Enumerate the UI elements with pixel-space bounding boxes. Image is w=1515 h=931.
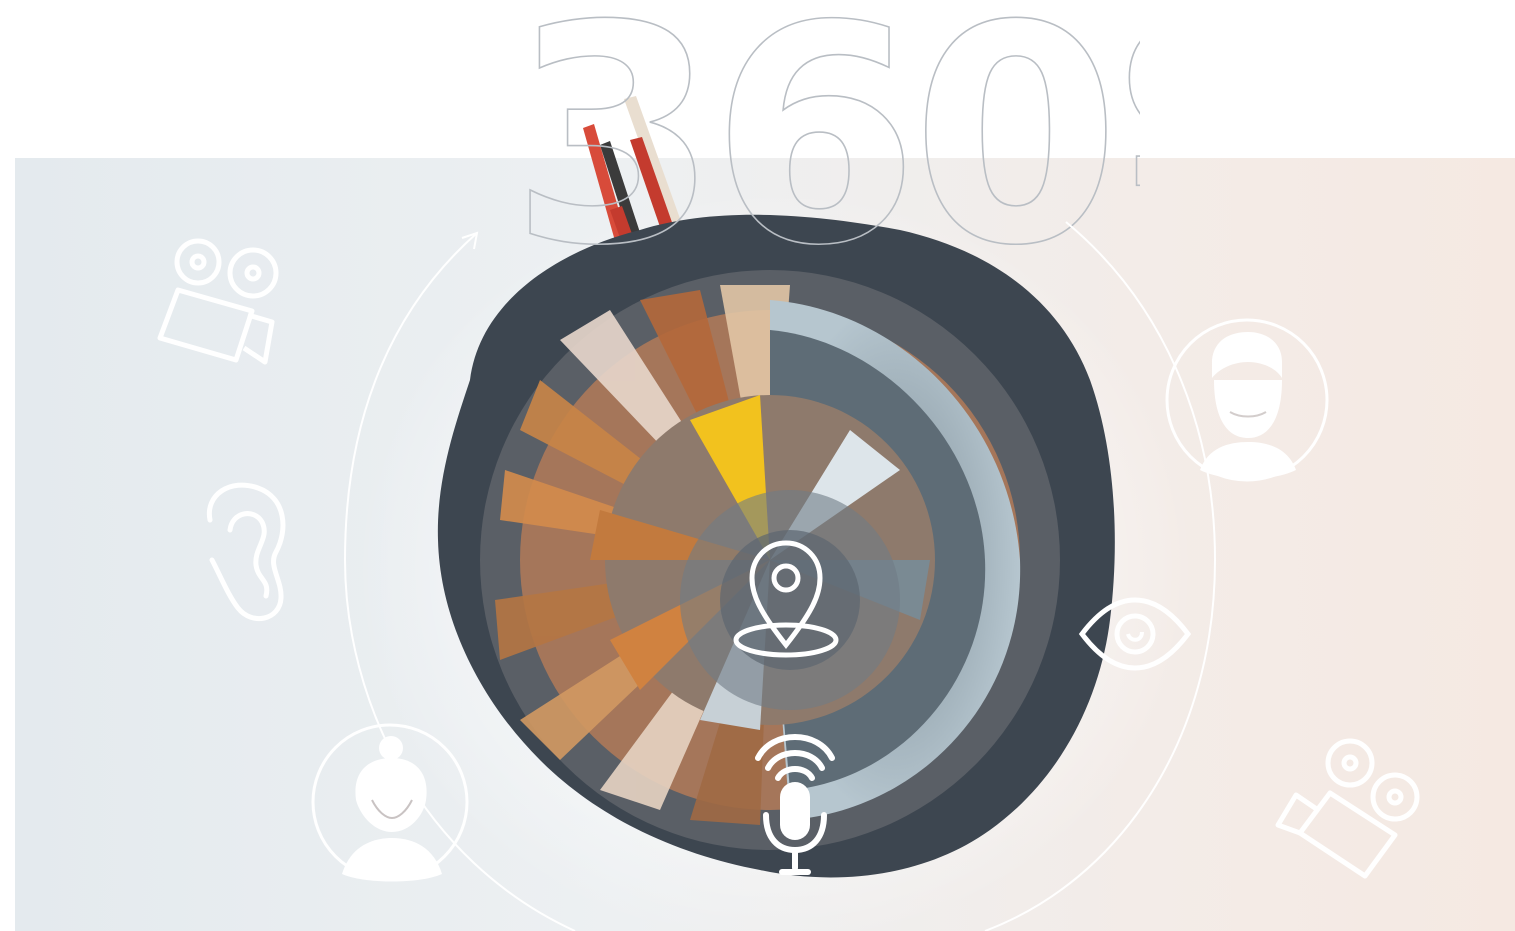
woman-avatar-icon — [311, 723, 469, 882]
video-camera-icon — [157, 238, 279, 365]
man-avatar-icon — [1165, 318, 1329, 482]
microphone-icon — [755, 734, 835, 875]
hero-banner: 360º — [0, 0, 1515, 931]
ear-icon — [206, 482, 286, 621]
overlay-graphics — [157, 221, 1420, 931]
eye-icon — [1078, 597, 1192, 671]
video-camera-icon — [1275, 738, 1420, 879]
location-pin-icon — [733, 540, 839, 658]
